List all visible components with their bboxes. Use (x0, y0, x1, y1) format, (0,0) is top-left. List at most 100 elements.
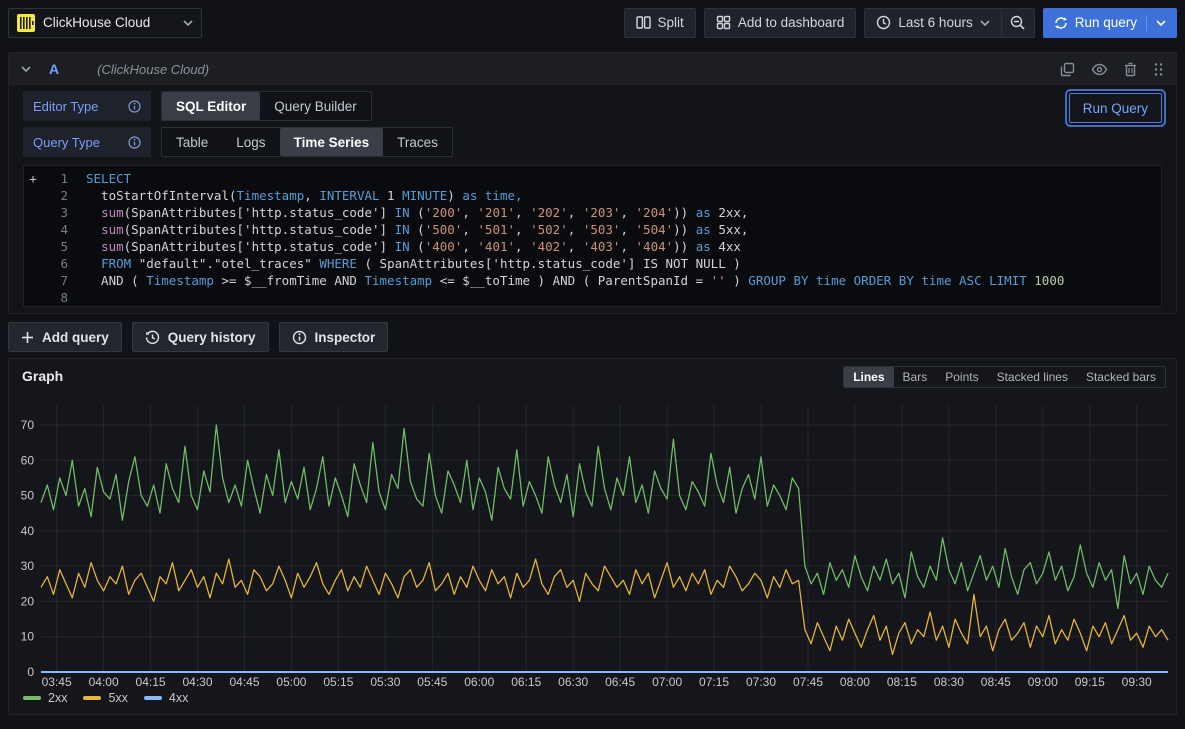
query-history-label: Query history (168, 330, 256, 345)
line-number: 6 (42, 255, 68, 272)
query-row-actions (1060, 62, 1164, 77)
viz-mode-toggle: LinesBarsPointsStacked linesStacked bars (843, 366, 1166, 388)
explore-secondary-actions: Add query Query history Inspector (8, 322, 388, 352)
editor-type-option-sql-editor[interactable]: SQL Editor (162, 92, 260, 120)
datasource-picker[interactable]: ClickHouse Cloud (8, 8, 202, 38)
x-axis-label: 08:00 (840, 675, 870, 689)
legend-item-5xx[interactable]: 5xx (83, 691, 127, 705)
inspector-label: Inspector (315, 330, 376, 345)
y-axis-label: 10 (21, 630, 35, 644)
viz-mode-stacked-bars[interactable]: Stacked bars (1077, 367, 1165, 387)
x-axis-label: 08:45 (981, 675, 1011, 689)
series-line-2xx (41, 425, 1168, 609)
line-number: 4 (42, 221, 68, 238)
add-to-dashboard-label: Add to dashboard (738, 15, 845, 30)
split-label: Split (658, 15, 684, 30)
graph-panel: Graph LinesBarsPointsStacked linesStacke… (8, 358, 1177, 715)
y-axis-label: 60 (21, 453, 35, 467)
viz-mode-bars[interactable]: Bars (894, 367, 937, 387)
viz-mode-stacked-lines[interactable]: Stacked lines (988, 367, 1077, 387)
split-icon (636, 15, 651, 30)
legend-item-4xx[interactable]: 4xx (144, 691, 188, 705)
query-history-button[interactable]: Query history (132, 322, 269, 352)
info-circle-icon[interactable] (128, 100, 141, 113)
code-line-8[interactable]: 8 (24, 289, 1161, 306)
toolbar-actions: Split Add to dashboard Last 6 hours (624, 8, 1177, 38)
remove-query-trash-icon[interactable] (1124, 62, 1137, 77)
x-axis-label: 09:30 (1122, 675, 1152, 689)
plus-icon (21, 331, 34, 344)
x-axis-label: 09:15 (1075, 675, 1105, 689)
x-axis-label: 09:00 (1028, 675, 1058, 689)
editor-type-option-query-builder[interactable]: Query Builder (260, 92, 371, 120)
query-row-header[interactable]: A (ClickHouse Cloud) (9, 53, 1176, 85)
graph-svg: 01020304050607003:4504:0004:1504:3004:45… (9, 389, 1176, 689)
button-divider (1146, 15, 1147, 31)
clock-icon (876, 15, 891, 30)
legend-label: 5xx (108, 691, 127, 705)
query-type-option-time-series[interactable]: Time Series (280, 128, 384, 156)
code-line-2[interactable]: 2 toStartOfInterval(Timestamp, INTERVAL … (24, 187, 1161, 204)
add-query-label: Add query (42, 330, 109, 345)
hide-response-eye-icon[interactable] (1091, 63, 1108, 76)
info-circle-icon[interactable] (128, 136, 141, 149)
code-line-5[interactable]: 5 sum(SpanAttributes['http.status_code']… (24, 238, 1161, 255)
query-ref-id[interactable]: A (49, 61, 59, 77)
duplicate-query-icon[interactable] (1060, 62, 1075, 77)
x-axis-label: 06:15 (511, 675, 541, 689)
datasource-name: ClickHouse Cloud (43, 15, 175, 30)
apps-grid-icon (716, 15, 731, 30)
collapse-chevron-icon[interactable] (21, 66, 31, 72)
y-axis-label: 20 (21, 594, 35, 608)
x-axis-label: 04:15 (136, 675, 166, 689)
x-axis-label: 07:15 (699, 675, 729, 689)
run-query-button-label: Run Query (1083, 101, 1148, 116)
chart-legend: 2xx 5xx 4xx (23, 691, 188, 705)
chevron-down-icon (183, 20, 193, 26)
x-axis-label: 04:45 (229, 675, 259, 689)
query-type-row: Query Type TableLogsTime SeriesTraces (23, 127, 1162, 157)
legend-label: 4xx (169, 691, 188, 705)
time-range-button[interactable]: Last 6 hours (864, 8, 1001, 38)
run-query-split-button[interactable]: Run query (1043, 8, 1177, 38)
inspector-button[interactable]: Inspector (279, 322, 389, 352)
code-line-4[interactable]: 4 sum(SpanAttributes['http.status_code']… (24, 221, 1161, 238)
zoom-out-time-button[interactable] (1002, 8, 1035, 38)
query-editor-body: Run Query Editor Type SQL EditorQuery Bu… (9, 85, 1176, 315)
drag-handle-icon[interactable] (1153, 62, 1164, 77)
line-number: 3 (42, 204, 68, 221)
legend-color-pill (83, 696, 101, 700)
series-line-5xx (41, 559, 1168, 654)
legend-item-2xx[interactable]: 2xx (23, 691, 67, 705)
legend-label: 2xx (48, 691, 67, 705)
time-series-chart[interactable]: 01020304050607003:4504:0004:1504:3004:45… (9, 389, 1176, 689)
query-type-options: TableLogsTime SeriesTraces (161, 127, 453, 157)
add-to-dashboard-button[interactable]: Add to dashboard (704, 8, 857, 38)
query-type-option-logs[interactable]: Logs (222, 128, 279, 156)
x-axis-label: 05:00 (276, 675, 306, 689)
clickhouse-logo-icon (17, 14, 35, 32)
gutter-plus-icon[interactable]: + (24, 170, 42, 187)
x-axis-label: 07:00 (652, 675, 682, 689)
viz-mode-points[interactable]: Points (936, 367, 987, 387)
code-line-6[interactable]: 6 FROM "default"."otel_traces" WHERE ( S… (24, 255, 1161, 272)
code-line-3[interactable]: 3 sum(SpanAttributes['http.status_code']… (24, 204, 1161, 221)
x-axis-label: 07:30 (746, 675, 776, 689)
x-axis-label: 03:45 (42, 675, 72, 689)
run-query-button[interactable]: Run Query (1069, 93, 1162, 123)
viz-mode-lines[interactable]: Lines (844, 367, 893, 387)
query-type-option-table[interactable]: Table (162, 128, 222, 156)
split-button[interactable]: Split (624, 8, 696, 38)
sql-code-editor[interactable]: +1SELECT2 toStartOfInterval(Timestamp, I… (23, 165, 1162, 307)
x-axis-label: 06:30 (558, 675, 588, 689)
add-query-button[interactable]: Add query (8, 322, 122, 352)
line-number: 1 (42, 170, 68, 187)
y-axis-label: 40 (21, 524, 35, 538)
line-number: 2 (42, 187, 68, 204)
query-type-option-traces[interactable]: Traces (383, 128, 452, 156)
code-line-7[interactable]: 7 AND ( Timestamp >= $__fromTime AND Tim… (24, 272, 1161, 289)
x-axis-label: 05:15 (323, 675, 353, 689)
y-axis-label: 0 (27, 665, 34, 679)
line-number: 8 (42, 289, 68, 306)
code-line-1[interactable]: +1SELECT (24, 170, 1161, 187)
